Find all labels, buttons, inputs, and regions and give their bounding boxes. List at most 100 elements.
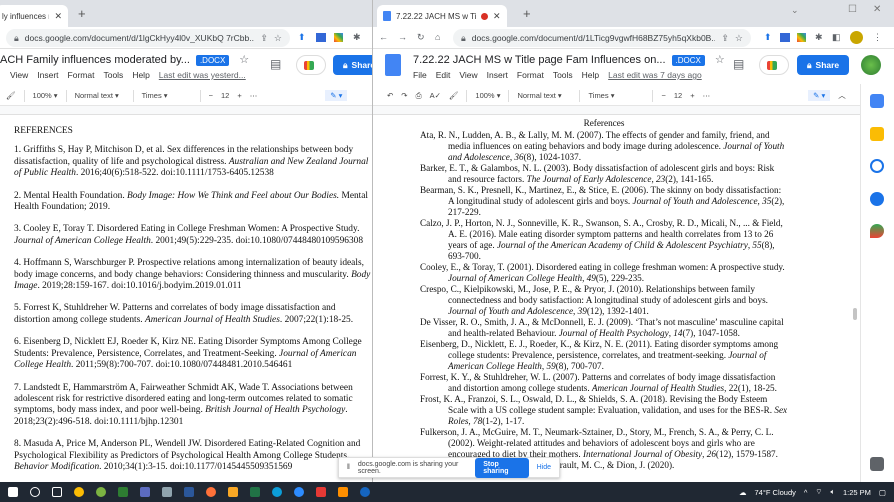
close-tab-icon[interactable]: ✕ — [493, 11, 501, 22]
menu-format[interactable]: Format — [517, 70, 544, 80]
contacts-icon[interactable] — [870, 192, 884, 206]
maximize-icon[interactable]: ☐ — [848, 4, 857, 15]
windows-start-icon[interactable] — [8, 487, 18, 497]
puzzle-extensions-icon[interactable]: ✱ — [815, 32, 823, 43]
editing-mode-icon[interactable]: ✎ ▾ — [808, 90, 831, 101]
font-size-input[interactable]: 12 — [674, 91, 682, 100]
profile-avatar[interactable] — [850, 31, 863, 44]
app-icon[interactable] — [162, 487, 172, 497]
firefox-icon[interactable] — [206, 487, 216, 497]
reload-icon[interactable]: ↻ — [417, 32, 425, 43]
browser-menu-icon[interactable]: ⋮ — [873, 32, 882, 43]
share-page-icon[interactable]: ⇪ — [721, 33, 729, 44]
font-size-input[interactable]: 12 — [221, 91, 229, 100]
app-icon[interactable] — [360, 487, 370, 497]
menu-help[interactable]: Help — [132, 70, 149, 80]
chrome-icon[interactable] — [74, 487, 84, 497]
close-tab-icon[interactable]: ✕ — [54, 11, 62, 22]
app-icon[interactable] — [118, 487, 128, 497]
browser-tab[interactable]: ly influences mo ✕ — [0, 5, 68, 27]
excel-icon[interactable] — [250, 487, 260, 497]
browser-tab[interactable]: 7.22.22 JACH MS w Title page ✕ — [377, 5, 507, 27]
menu-view[interactable]: View — [10, 70, 28, 80]
meet-button[interactable] — [759, 55, 789, 75]
app-icon[interactable] — [96, 487, 106, 497]
new-tab-icon[interactable]: + — [78, 6, 86, 21]
menu-format[interactable]: Format — [68, 70, 95, 80]
tasks-icon[interactable] — [870, 159, 884, 173]
forward-icon[interactable]: → — [398, 32, 407, 42]
menu-insert[interactable]: Insert — [37, 70, 58, 80]
hide-menus-icon[interactable]: ︿ — [838, 90, 846, 101]
undo-icon[interactable]: ↶ — [387, 91, 393, 100]
puzzle-extensions-icon[interactable]: ✱ — [353, 32, 361, 43]
ruler[interactable] — [0, 106, 372, 115]
weather-text[interactable]: 74°F Cloudy — [755, 488, 796, 497]
font-select[interactable]: Times ▾ — [142, 91, 192, 100]
font-size-increase[interactable]: + — [237, 91, 241, 100]
share-button[interactable]: 🔒︎ Share — [797, 55, 849, 75]
scrollbar-thumb[interactable] — [853, 308, 857, 320]
share-button[interactable]: 🔒︎ Share — [333, 55, 372, 75]
address-bar[interactable]: 🔒︎ docs.google.com/document/d/1LTicg9vgw… — [453, 29, 751, 47]
file-explorer-icon[interactable] — [228, 487, 238, 497]
zoom-icon[interactable] — [294, 487, 304, 497]
meet-button[interactable] — [296, 55, 326, 75]
keep-icon[interactable] — [870, 127, 884, 141]
menu-file[interactable]: File — [413, 70, 427, 80]
menu-view[interactable]: View — [459, 70, 477, 80]
extension-icon[interactable]: ⬆ — [298, 32, 306, 43]
star-icon[interactable]: ☆ — [715, 54, 725, 66]
comments-icon[interactable]: ▤ — [733, 57, 744, 71]
document-page[interactable]: REFERENCES 1. Griffiths S, Hay P, Mitchi… — [14, 126, 371, 482]
account-avatar[interactable] — [861, 55, 881, 75]
zoom-select[interactable]: 100% ▾ — [33, 91, 58, 100]
edge-icon[interactable] — [272, 487, 282, 497]
ruler[interactable] — [373, 106, 860, 115]
volume-icon[interactable]: 🔈︎ — [830, 487, 835, 497]
menu-help[interactable]: Help — [582, 70, 599, 80]
extension-icon[interactable] — [797, 33, 806, 42]
clock[interactable]: 1:25 PM — [843, 488, 871, 497]
print-icon[interactable]: ⎙ — [416, 91, 422, 101]
bookmark-star-icon[interactable]: ☆ — [274, 33, 282, 44]
document-title[interactable]: 7.22.22 JACH MS w Title page Fam Influen… — [413, 53, 725, 66]
docs-logo-icon[interactable] — [385, 54, 401, 76]
font-size-decrease[interactable]: − — [661, 91, 665, 100]
share-page-icon[interactable]: ⇪ — [260, 33, 268, 44]
tray-chevron-icon[interactable]: ^ — [804, 488, 808, 497]
menu-tools[interactable]: Tools — [553, 70, 573, 80]
last-edit-link[interactable]: Last edit was yesterd... — [159, 70, 246, 80]
network-icon[interactable]: ⌔ — [815, 487, 822, 497]
app-icon[interactable] — [316, 487, 326, 497]
redo-icon[interactable]: ↷ — [401, 91, 407, 100]
paint-format-icon[interactable]: 🖌︎ — [449, 91, 459, 100]
menu-edit[interactable]: Edit — [436, 70, 451, 80]
new-tab-icon[interactable]: + — [523, 6, 531, 21]
hide-button[interactable]: Hide — [537, 464, 551, 471]
star-icon[interactable]: ☆ — [239, 54, 249, 66]
menu-insert[interactable]: Insert — [487, 70, 508, 80]
comments-icon[interactable]: ▤ — [270, 57, 281, 71]
last-edit-link[interactable]: Last edit was 7 days ago — [608, 70, 702, 80]
stop-sharing-button[interactable]: Stop sharing — [475, 457, 529, 478]
document-page[interactable]: References Ata, R. N., Ludden, A. B., & … — [420, 118, 788, 471]
more-icon[interactable]: ⋯ — [250, 91, 258, 100]
home-icon[interactable]: ⌂ — [435, 32, 440, 42]
menu-tools[interactable]: Tools — [103, 70, 123, 80]
font-select[interactable]: Times ▾ — [588, 91, 644, 100]
paint-format-icon[interactable]: 🖌︎ — [6, 91, 16, 100]
style-select[interactable]: Normal text ▾ — [517, 91, 571, 100]
extension-icon[interactable] — [780, 33, 790, 42]
font-size-increase[interactable]: + — [690, 91, 694, 100]
extension-icon[interactable] — [316, 33, 326, 42]
search-icon[interactable] — [30, 487, 40, 497]
app-icon[interactable] — [140, 487, 150, 497]
notifications-icon[interactable]: ▢ — [879, 488, 886, 497]
document-title[interactable]: ACH Family influences moderated by... .DO… — [0, 53, 249, 66]
more-icon[interactable]: ⋯ — [703, 91, 711, 100]
vlc-icon[interactable] — [338, 487, 348, 497]
font-size-decrease[interactable]: − — [209, 91, 213, 100]
word-icon[interactable] — [184, 487, 194, 497]
extension-icon[interactable]: ⬆ — [764, 32, 772, 43]
